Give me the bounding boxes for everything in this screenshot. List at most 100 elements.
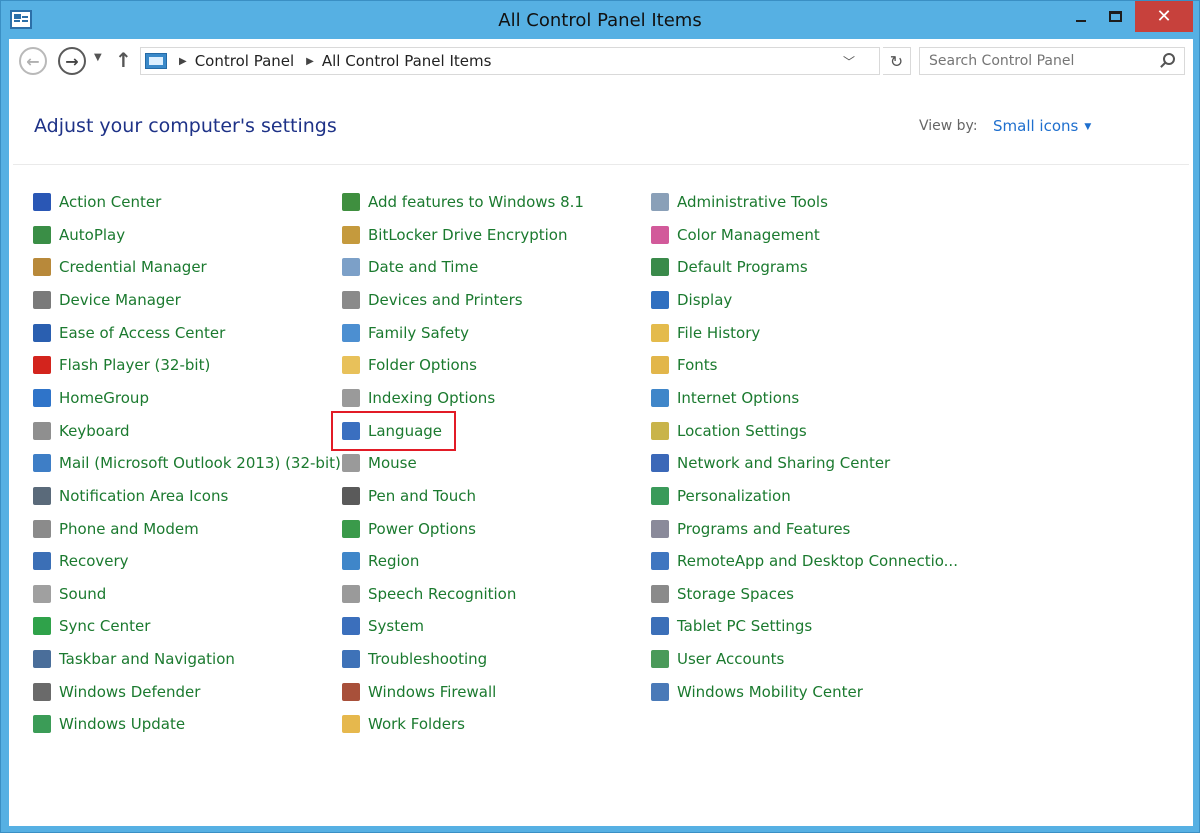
control-panel-item-label: Region (368, 552, 420, 571)
control-panel-item[interactable]: Ease of Access Center (33, 319, 225, 347)
control-panel-item[interactable]: Pen and Touch (342, 482, 476, 510)
search-box[interactable] (919, 47, 1185, 75)
control-panel-item[interactable]: Sound (33, 580, 106, 608)
control-panel-item[interactable]: System (342, 612, 424, 640)
control-panel-item[interactable]: Mouse (342, 449, 417, 477)
control-panel-item-label: System (368, 617, 424, 636)
address-bar[interactable]: ▶ Control Panel ▶ All Control Panel Item… (140, 47, 880, 75)
control-panel-item[interactable]: Folder Options (342, 351, 477, 379)
control-panel-item[interactable]: Mail (Microsoft Outlook 2013) (32-bit) (33, 449, 341, 477)
control-panel-item[interactable]: Internet Options (651, 384, 799, 412)
control-panel-item-label: Fonts (677, 356, 718, 375)
location-icon (651, 421, 669, 440)
ease-of-access-icon (33, 323, 51, 342)
mobility-icon (651, 682, 669, 701)
control-panel-item[interactable]: Default Programs (651, 253, 808, 281)
search-input[interactable] (920, 48, 1150, 74)
address-history-dropdown[interactable]: ﹀ (843, 53, 855, 70)
control-panel-item[interactable]: Add features to Windows 8.1 (342, 188, 584, 216)
control-panel-item[interactable]: Language (330, 410, 457, 451)
control-panel-item[interactable]: Display (651, 286, 732, 314)
control-panel-item[interactable]: Sync Center (33, 612, 150, 640)
control-panel-item[interactable]: Devices and Printers (342, 286, 523, 314)
recovery-icon (33, 552, 51, 571)
control-panel-item-label: Speech Recognition (368, 584, 517, 603)
keyboard-icon (33, 421, 51, 440)
close-button[interactable]: ✕ (1135, 1, 1193, 32)
control-panel-item[interactable]: Region (342, 547, 419, 575)
control-panel-item[interactable]: Device Manager (33, 286, 181, 314)
control-panel-item-label: Indexing Options (368, 388, 496, 407)
clock-icon (342, 258, 360, 277)
control-panel-item[interactable]: Location Settings (651, 417, 807, 445)
control-panel-item[interactable]: Date and Time (342, 253, 478, 281)
vault-icon (33, 258, 51, 277)
pen-icon (342, 486, 360, 505)
control-panel-item[interactable]: Keyboard (33, 417, 130, 445)
control-panel-item[interactable]: User Accounts (651, 645, 784, 673)
control-panel-item[interactable]: Windows Firewall (342, 678, 496, 706)
control-panel-item-label: Pen and Touch (368, 486, 477, 505)
control-panel-item[interactable]: Tablet PC Settings (651, 612, 812, 640)
breadcrumb-all-items[interactable]: All Control Panel Items (322, 52, 492, 70)
control-panel-item-label: Devices and Printers (368, 290, 523, 309)
control-panel-item[interactable]: Network and Sharing Center (651, 449, 890, 477)
control-panel-item[interactable]: Programs and Features (651, 515, 850, 543)
user-accounts-icon (651, 650, 669, 669)
control-panel-item[interactable]: Speech Recognition (342, 580, 516, 608)
view-by-dropdown[interactable]: Small icons ▼ (993, 117, 1091, 135)
control-panel-item-label: Personalization (677, 486, 791, 505)
control-panel-item-label: Location Settings (677, 421, 807, 440)
control-panel-item[interactable]: Work Folders (342, 710, 465, 738)
control-panel-item[interactable]: Windows Mobility Center (651, 678, 863, 706)
maximize-button[interactable] (1099, 1, 1131, 32)
control-panel-item[interactable]: Credential Manager (33, 253, 207, 281)
minimize-button[interactable] (1065, 1, 1097, 32)
update-icon (33, 715, 51, 734)
control-panel-item-label: Action Center (59, 193, 162, 211)
up-button[interactable]: ↑ (115, 48, 132, 72)
region-icon (342, 552, 360, 571)
control-panel-item[interactable]: Family Safety (342, 319, 469, 347)
control-panel-item-label: Default Programs (677, 258, 808, 277)
control-panel-item[interactable]: Fonts (651, 351, 717, 379)
control-panel-item[interactable]: Recovery (33, 547, 129, 575)
control-panel-item[interactable]: Administrative Tools (651, 188, 828, 216)
control-panel-item[interactable]: Storage Spaces (651, 580, 794, 608)
dropdown-caret-icon: ▼ (1084, 122, 1092, 132)
control-panel-item[interactable]: Windows Update (33, 710, 185, 738)
close-icon: ✕ (1156, 5, 1172, 27)
control-panel-item[interactable]: Flash Player (32-bit) (33, 351, 210, 379)
control-panel-item[interactable]: File History (651, 319, 760, 347)
control-panel-item[interactable]: Power Options (342, 515, 476, 543)
recent-locations-dropdown[interactable]: ▼ (94, 52, 102, 63)
control-panel-item-label: Storage Spaces (677, 584, 794, 603)
control-panel-item[interactable]: HomeGroup (33, 384, 149, 412)
refresh-button[interactable]: ↻ (883, 47, 911, 75)
control-panel-item[interactable]: AutoPlay (33, 221, 125, 249)
breadcrumb-separator-icon[interactable]: ▶ (179, 56, 187, 67)
control-panel-item[interactable]: Windows Defender (33, 678, 200, 706)
control-panel-item[interactable]: Action Center (33, 188, 161, 216)
control-panel-item-label: Keyboard (59, 421, 130, 440)
control-panel-item[interactable]: Color Management (651, 221, 820, 249)
control-panel-item[interactable]: Taskbar and Navigation (33, 645, 235, 673)
control-panel-item[interactable]: Troubleshooting (342, 645, 487, 673)
control-panel-item-label: Family Safety (368, 323, 470, 342)
control-panel-item-label: Mail (Microsoft Outlook 2013) (32-bit) (59, 454, 341, 473)
back-button[interactable]: ← (19, 47, 47, 75)
breadcrumb-control-panel[interactable]: Control Panel (195, 52, 294, 70)
control-panel-item[interactable]: Phone and Modem (33, 515, 199, 543)
internet-options-icon (651, 388, 669, 407)
bitlocker-icon (342, 225, 360, 244)
control-panel-item[interactable]: Personalization (651, 482, 791, 510)
control-panel-item[interactable]: RemoteApp and Desktop Connectio... (651, 547, 958, 575)
control-panel-item[interactable]: Indexing Options (342, 384, 495, 412)
control-panel-item[interactable]: BitLocker Drive Encryption (342, 221, 567, 249)
breadcrumb-separator-icon[interactable]: ▶ (306, 56, 314, 67)
homegroup-icon (33, 388, 51, 407)
search-icon[interactable] (1163, 53, 1175, 65)
divider (13, 164, 1189, 165)
forward-button[interactable]: → (58, 47, 86, 75)
control-panel-item[interactable]: Notification Area Icons (33, 482, 228, 510)
